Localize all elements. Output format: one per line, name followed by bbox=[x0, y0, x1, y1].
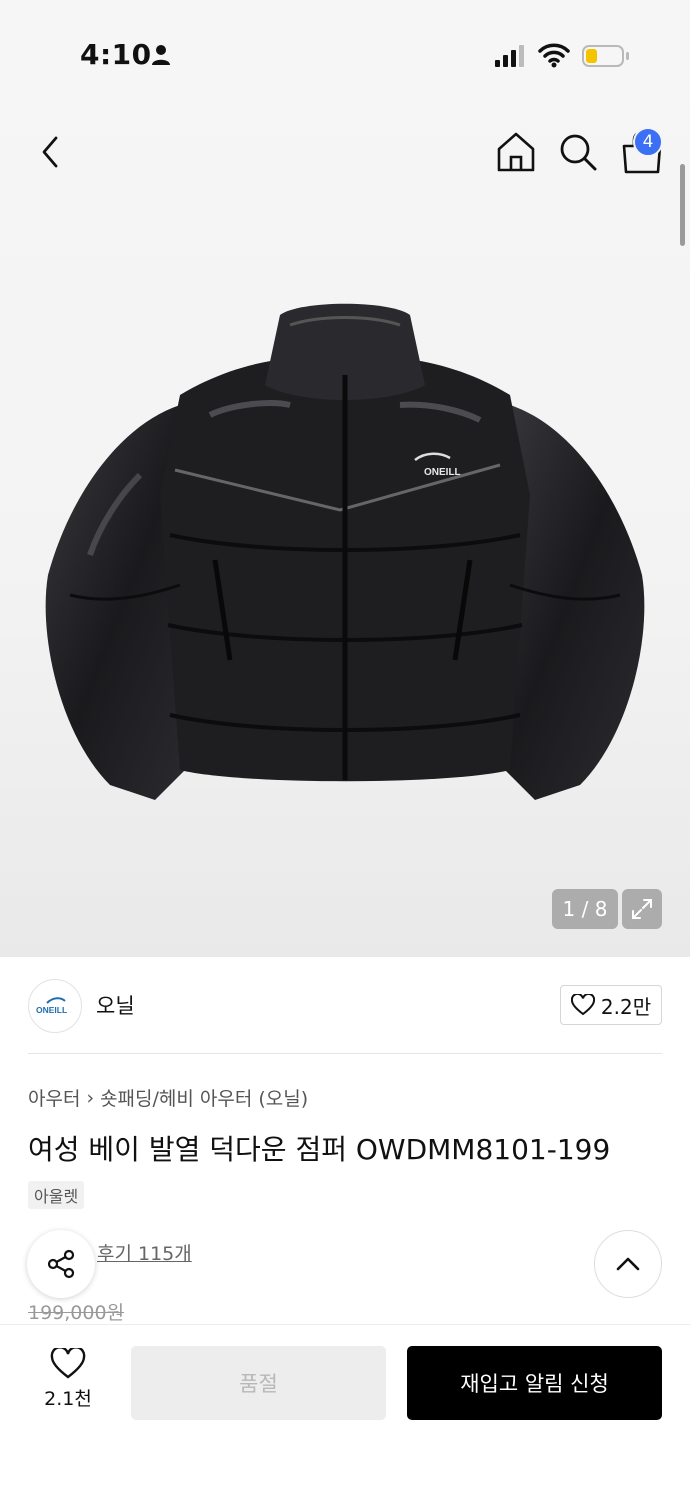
breadcrumb-item[interactable]: 숏패딩/헤비 아우터 (오닐) bbox=[100, 1084, 308, 1111]
brand-like-count: 2.2만 bbox=[600, 994, 652, 1019]
scrollbar[interactable] bbox=[680, 164, 685, 246]
scroll-to-top-button[interactable] bbox=[594, 1230, 662, 1298]
home-icon bbox=[497, 132, 535, 172]
back-button[interactable] bbox=[28, 128, 72, 176]
brand-logo[interactable]: ONEILL bbox=[28, 979, 82, 1033]
expand-image-button[interactable] bbox=[622, 889, 662, 929]
chevron-left-icon bbox=[42, 136, 58, 168]
brand-like-button[interactable]: 2.2만 bbox=[560, 985, 662, 1025]
share-icon bbox=[47, 1249, 75, 1279]
home-button[interactable] bbox=[494, 130, 538, 174]
image-counter: 1 / 8 bbox=[552, 889, 618, 929]
svg-text:ONEILL: ONEILL bbox=[424, 467, 461, 478]
chevron-up-icon bbox=[616, 1257, 640, 1271]
person-icon bbox=[152, 45, 170, 65]
breadcrumb: 아우터 › 숏패딩/헤비 아우터 (오닐) bbox=[28, 1084, 308, 1111]
search-button[interactable] bbox=[556, 130, 600, 174]
expand-icon bbox=[632, 899, 652, 919]
svg-text:ONEILL: ONEILL bbox=[36, 1005, 67, 1015]
product-image[interactable]: ONEILL bbox=[30, 295, 660, 805]
heart-icon bbox=[50, 1348, 86, 1379]
restock-alert-button[interactable]: 재입고 알림 신청 bbox=[407, 1346, 662, 1420]
outlet-tag: 아울렛 bbox=[28, 1181, 85, 1209]
soldout-button[interactable]: 품절 bbox=[131, 1346, 386, 1420]
wishlist-count: 2.1천 bbox=[44, 1388, 92, 1410]
review-link[interactable]: 후기 115개 bbox=[97, 1239, 192, 1266]
status-time: 4:10 bbox=[80, 38, 152, 71]
wifi-icon bbox=[538, 43, 570, 68]
breadcrumb-separator-icon: › bbox=[86, 1086, 95, 1109]
oneill-logo-icon: ONEILL bbox=[36, 997, 67, 1015]
product-title: 여성 베이 발열 덕다운 점퍼 OWDMM8101-199 bbox=[28, 1133, 611, 1166]
original-price: 199,000원 bbox=[28, 1302, 125, 1324]
divider bbox=[28, 1053, 662, 1054]
heart-icon bbox=[570, 994, 595, 1016]
cellular-signal-icon bbox=[495, 45, 524, 67]
battery-low-icon bbox=[582, 45, 629, 67]
share-button[interactable] bbox=[27, 1230, 95, 1298]
search-icon bbox=[560, 134, 597, 171]
cart-count-badge: 4 bbox=[633, 127, 663, 157]
breadcrumb-item[interactable]: 아우터 bbox=[28, 1084, 80, 1111]
brand-name[interactable]: 오닐 bbox=[96, 990, 135, 1020]
wishlist-button[interactable]: 2.1천 bbox=[30, 1348, 106, 1420]
